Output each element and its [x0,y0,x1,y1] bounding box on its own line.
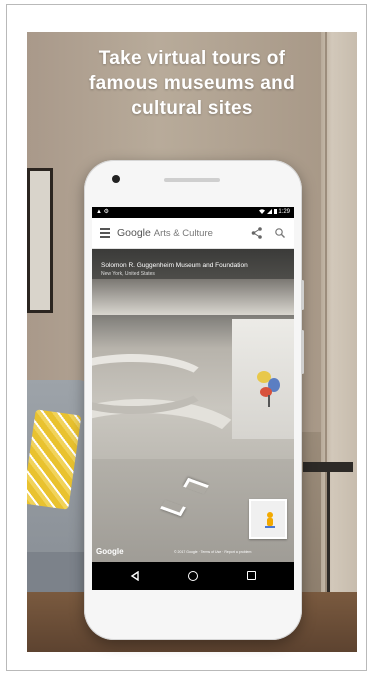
home-icon[interactable] [188,571,198,581]
clock: 1:29 [278,209,290,215]
share-icon[interactable] [250,226,264,240]
recents-icon[interactable] [247,571,256,580]
menu-icon[interactable] [100,228,110,238]
sculpture-artwork [257,371,280,407]
pegman-icon [265,512,275,528]
headline-line: cultural sites [131,98,253,119]
street-view-panorama[interactable]: Solomon R. Guggenheim Museum and Foundat… [92,249,294,580]
pegman-thumbnail[interactable] [249,499,287,539]
museum-ceiling [92,279,294,315]
phone-device: ▲ ⚙ 1:29 Google Arts & Culture Solomon R… [84,160,304,640]
android-nav-bar [92,562,294,590]
phone-speaker [164,178,220,182]
location-subtitle: New York, United States [101,271,155,277]
headline-line: Take virtual tours of [98,48,286,69]
front-camera [112,175,120,183]
app-product: Arts & Culture [153,228,213,239]
phone-screen: ▲ ⚙ 1:29 Google Arts & Culture Solomon R… [92,207,294,590]
headline-line: famous museums and [88,73,295,94]
power-button [301,280,304,310]
location-title: Solomon R. Guggenheim Museum and Foundat… [101,262,248,269]
wall-picture [27,168,53,313]
back-icon[interactable] [130,571,140,581]
battery-icon [273,208,277,214]
search-icon[interactable] [274,227,286,239]
side-table-leg [327,472,330,592]
status-time: 1:29 [259,207,290,218]
app-brand: Google [117,227,151,239]
app-bar: Google Arts & Culture [92,218,294,249]
status-bar: ▲ ⚙ 1:29 [92,207,294,218]
promo-headline: Take virtual tours of famous museums and… [27,46,357,121]
side-table [303,462,353,472]
copyright-text: © 2017 Google · Terms of Use · Report a … [174,550,252,554]
google-watermark: Google [96,547,124,556]
wifi-icon [259,209,266,214]
app-title: Google Arts & Culture [117,227,213,239]
status-icons: ▲ ⚙ [96,209,109,215]
volume-button [301,330,304,374]
signal-icon [266,208,272,214]
